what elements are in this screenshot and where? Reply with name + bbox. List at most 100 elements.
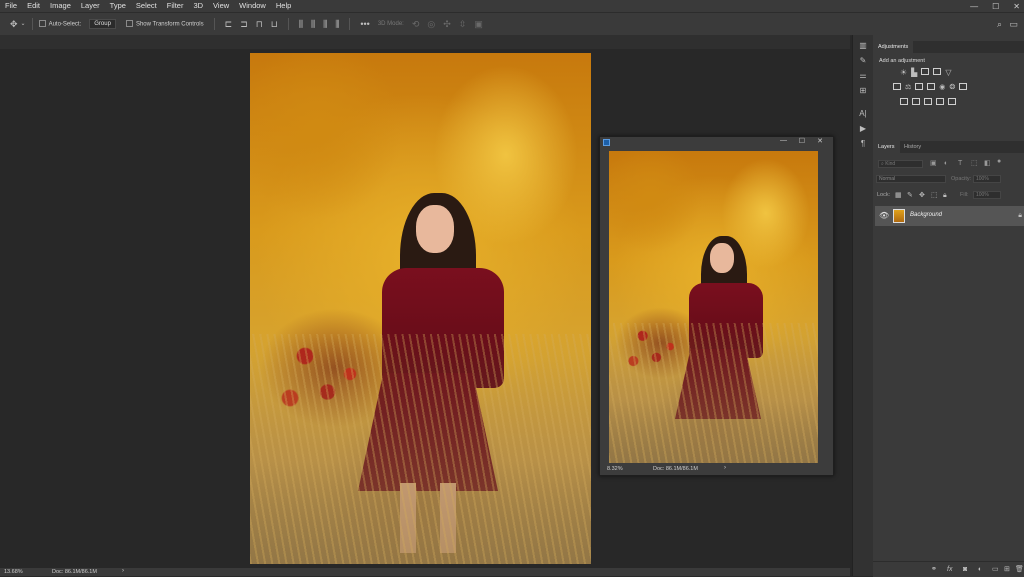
channel-mixer-icon[interactable]: ◉ [939,83,945,92]
layer-lock-icon: 🔒︎ [1018,212,1022,219]
play-icon[interactable]: ▶ [853,124,873,133]
tab-history[interactable]: History [899,141,926,153]
layer-row-background[interactable]: 👁︎ Background 🔒︎ [875,206,1024,226]
auto-select-checkbox[interactable]: Auto-Select: [38,20,81,28]
posterize-icon[interactable] [912,98,920,105]
fill-field[interactable]: 100% [973,191,1001,199]
paragraph-icon[interactable]: ¶ [853,139,873,148]
menu-3d[interactable]: 3D [188,0,208,12]
menu-edit[interactable]: Edit [22,0,45,12]
filter-pixel-icon[interactable]: ▣ [930,159,937,168]
tab-adjustments[interactable]: Adjustments [873,41,914,53]
black-white-icon[interactable] [915,83,924,90]
vibrance-icon[interactable]: ▽ [945,68,951,77]
grid-lookup-icon[interactable] [959,83,968,90]
opacity-field[interactable]: 100% [973,175,1001,183]
brush-icon[interactable]: ✎ [853,56,873,65]
adjustment-layer-icon[interactable]: ◐ [978,565,982,574]
threshold-icon[interactable] [924,98,932,105]
menu-view[interactable]: View [208,0,234,12]
float-zoom-level[interactable]: 8.32% [607,466,623,472]
chevron-right-icon[interactable]: › [122,568,124,574]
3d-orbit-icon[interactable]: ⟲ [412,19,420,29]
search-icon[interactable]: ⌕ [997,19,1002,29]
workspace-icon[interactable]: ▭ [1009,19,1018,29]
histogram-icon[interactable]: ▥ [853,41,873,50]
close-icon[interactable]: ✕ [817,137,823,145]
show-transform-checkbox[interactable]: Show Transform Controls [125,20,204,28]
menu-layer[interactable]: Layer [76,0,105,12]
distribute-left-icon[interactable]: ⫼ [335,19,339,29]
filter-type-icon[interactable]: T [958,159,962,168]
new-layer-icon[interactable]: ⊞ [1004,565,1010,574]
menu-image[interactable]: Image [45,0,76,12]
menu-help[interactable]: Help [271,0,296,12]
lock-artboard-icon[interactable]: ⬚ [931,191,938,200]
move-tool-icon[interactable]: ✥ [10,19,18,29]
character-icon[interactable]: A| [853,109,873,118]
align-top-icon[interactable]: ⊔ [271,19,278,29]
float-document-image[interactable] [609,151,818,463]
minimize-icon[interactable]: — [780,137,787,144]
3d-roll-icon[interactable]: ◎ [427,19,435,29]
menu-bar: File Edit Image Layer Type Select Filter… [0,0,1024,12]
more-options-icon[interactable]: ••• [360,19,369,29]
levels-icon[interactable]: ▙ [911,68,917,77]
lock-transparency-icon[interactable]: ▦ [895,191,902,200]
menu-type[interactable]: Type [105,0,131,12]
kind-filter[interactable]: ⌕ Kind [878,160,923,168]
filter-smart-object-icon[interactable]: ◧ [984,159,991,168]
3d-scale-icon[interactable]: ▣ [474,19,483,29]
distribute-top-icon[interactable]: ⫼ [299,19,303,29]
chevron-down-icon[interactable]: ⌄ [21,20,26,29]
trash-icon[interactable]: 🗑︎ [1015,565,1024,574]
3d-slide-icon[interactable]: ⇳ [459,19,467,29]
eye-icon[interactable]: 👁︎ [879,211,889,220]
zoom-level[interactable]: 13.68% [4,569,23,575]
properties-icon[interactable]: ⚌ [853,71,873,80]
filter-adjustment-icon[interactable]: ◐ [944,159,948,168]
menu-select[interactable]: Select [131,0,162,12]
selective-color-icon[interactable] [948,98,956,105]
floating-document-window[interactable]: — ☐ ✕ 8.32% Doc: 86.1M/86.1M › [599,136,834,476]
align-right-icon[interactable]: ⊓ [256,19,263,29]
hue-saturation-icon[interactable] [893,83,901,90]
lock-position-icon[interactable]: ✥ [919,191,925,200]
align-center-icon[interactable]: ⊐ [240,19,248,29]
minimize-button[interactable]: — [970,2,978,11]
layer-name[interactable]: Background [910,212,942,218]
distribute-bottom-icon[interactable]: ⫼ [323,19,327,29]
lock-pixels-icon[interactable]: ✎ [907,191,913,200]
tab-layers[interactable]: Layers [873,141,900,153]
fx-icon[interactable]: fx [947,565,952,574]
filter-toggle-icon[interactable]: ● [997,157,1001,166]
folder-icon[interactable]: ▭ [992,565,999,574]
filter-shape-icon[interactable]: ⬚ [971,159,978,168]
exposure-icon[interactable] [933,68,942,75]
link-icon[interactable]: ⚭ [931,565,937,574]
photo-filter-icon[interactable] [927,83,936,90]
close-button[interactable]: ✕ [1013,2,1020,11]
brightness-icon[interactable]: ☀ [900,68,907,77]
maximize-icon[interactable]: ☐ [799,137,805,145]
align-left-icon[interactable]: ⊏ [225,19,233,29]
auto-select-dropdown[interactable]: Group [89,19,116,29]
floating-window-titlebar[interactable]: — ☐ ✕ [600,137,833,149]
blend-mode-dropdown[interactable]: Normal [876,175,946,183]
curves-icon[interactable] [921,68,930,75]
menu-filter[interactable]: Filter [162,0,189,12]
menu-file[interactable]: File [0,0,22,12]
mask-icon[interactable]: ◙ [963,565,967,574]
3d-pan-icon[interactable]: ✣ [443,19,451,29]
color-balance-icon[interactable]: ⚖ [905,83,911,92]
maximize-button[interactable]: ☐ [992,2,999,11]
color-lookup-icon[interactable]: ❂ [949,83,955,92]
invert-icon[interactable] [900,98,908,105]
lock-icon[interactable]: 🔒︎ [943,191,947,200]
menu-window[interactable]: Window [234,0,271,12]
main-document-image[interactable] [250,53,591,564]
chevron-right-icon[interactable]: › [724,465,726,471]
clone-source-icon[interactable]: ⊞ [853,86,873,95]
gradient-map-icon[interactable] [936,98,944,105]
distribute-middle-icon[interactable]: ⫼ [311,19,315,29]
